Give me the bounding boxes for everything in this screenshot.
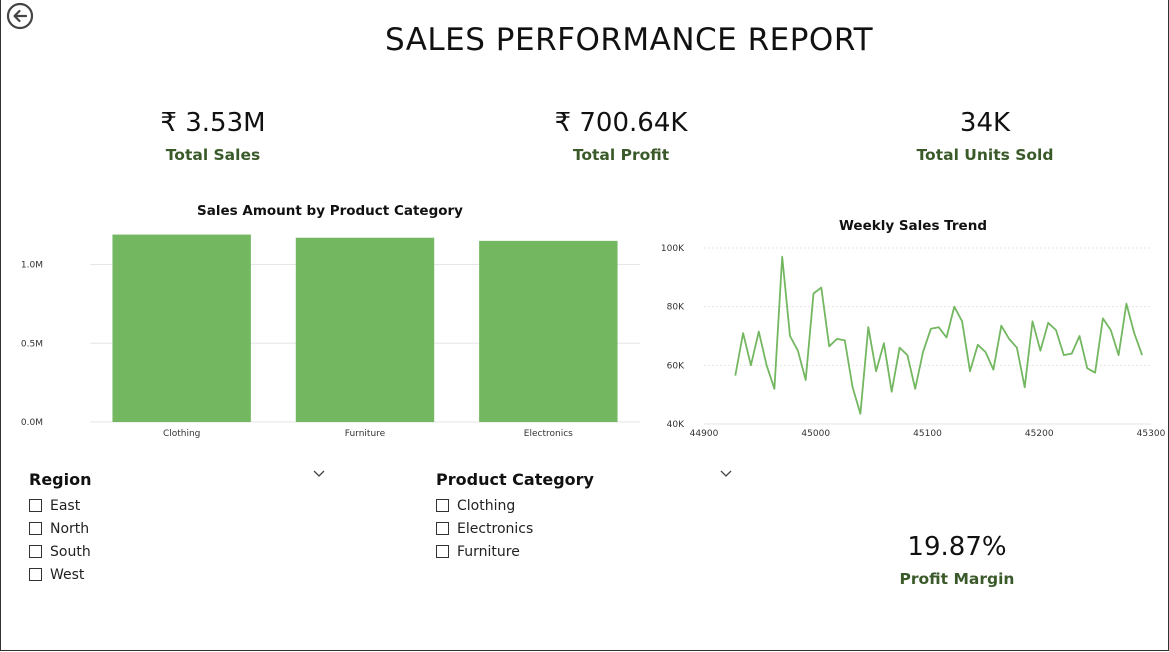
category-slicer-title: Product Category [436, 470, 594, 489]
kpi-label: Total Profit [572, 146, 670, 164]
line-chart-title: Weekly Sales Trend [839, 218, 987, 234]
page-title: SALES PERFORMANCE REPORT [384, 22, 874, 58]
slicer-option[interactable]: South [29, 540, 329, 563]
kpi-label: Profit Margin [899, 570, 1015, 588]
slicer-option-label: North [50, 520, 90, 537]
slicer-option-label: West [50, 566, 85, 583]
chevron-down-icon[interactable] [719, 466, 733, 480]
slicer-option[interactable]: North [29, 517, 329, 540]
bar [295, 237, 435, 422]
y-tick-label: 100K [661, 244, 685, 254]
y-tick-label: 0.0M [21, 418, 43, 428]
y-tick-label: 0.5M [21, 339, 43, 349]
x-tick-label: 45300 [1137, 429, 1165, 439]
y-tick-label: 80K [667, 303, 685, 313]
x-tick-label: Electronics [524, 429, 573, 439]
x-tick-label: 44900 [690, 429, 719, 439]
checkbox[interactable] [29, 499, 42, 512]
series-line [734, 255, 1143, 415]
x-tick-label: 45100 [913, 429, 942, 439]
bar [479, 240, 618, 422]
y-tick-label: 40K [667, 420, 685, 430]
x-tick-label: 45000 [801, 429, 830, 439]
kpi-value: ₹ 3.53M [160, 108, 266, 138]
x-tick-label: Clothing [163, 429, 200, 439]
region-slicer-title: Region [29, 470, 92, 489]
kpi-total-units: 34K Total Units Sold [835, 108, 1135, 164]
kpi-total-profit: ₹ 700.64K Total Profit [471, 108, 771, 164]
slicer-option-label: Furniture [457, 543, 520, 560]
checkbox[interactable] [436, 499, 449, 512]
slicer-option[interactable]: Clothing [436, 494, 736, 517]
slicer-option-label: South [50, 543, 91, 560]
y-tick-label: 1.0M [21, 261, 43, 271]
slicer-option-label: Clothing [457, 497, 516, 514]
slicer-option[interactable]: East [29, 494, 329, 517]
checkbox[interactable] [436, 522, 449, 535]
y-tick-label: 60K [667, 361, 685, 371]
x-tick-label: 45200 [1025, 429, 1054, 439]
kpi-label: Total Units Sold [916, 146, 1054, 164]
slicer-option-label: Electronics [457, 520, 534, 537]
line-chart: 40K 60K 80K 100K 44900 45000 45100 45200 45300 [661, 244, 1165, 439]
slicer-option[interactable]: West [29, 563, 329, 586]
kpi-value: 19.87% [907, 532, 1007, 562]
category-slicer: Product Category Clothing Electronics Furn… [436, 470, 736, 563]
kpi-label: Total Sales [165, 146, 261, 164]
slicer-option-label: East [50, 497, 81, 514]
checkbox[interactable] [436, 545, 449, 558]
kpi-value: ₹ 700.64K [554, 108, 688, 138]
bar [112, 234, 251, 422]
kpi-profit-margin: 19.87% Profit Margin [807, 532, 1107, 588]
checkbox[interactable] [29, 568, 42, 581]
region-slicer: Region East North South West [29, 470, 329, 586]
slicer-option[interactable]: Electronics [436, 517, 736, 540]
bar-chart: 0.0M 0.5M 1.0M Clothing Furniture Electronics [21, 234, 640, 439]
checkbox[interactable] [29, 545, 42, 558]
kpi-value: 34K [959, 108, 1011, 138]
x-tick-label: Furniture [345, 429, 386, 439]
slicer-option[interactable]: Furniture [436, 540, 736, 563]
bar-chart-title: Sales Amount by Product Category [197, 203, 463, 219]
checkbox[interactable] [29, 522, 42, 535]
kpi-total-sales: ₹ 3.53M Total Sales [63, 108, 363, 164]
chevron-down-icon[interactable] [312, 466, 326, 480]
